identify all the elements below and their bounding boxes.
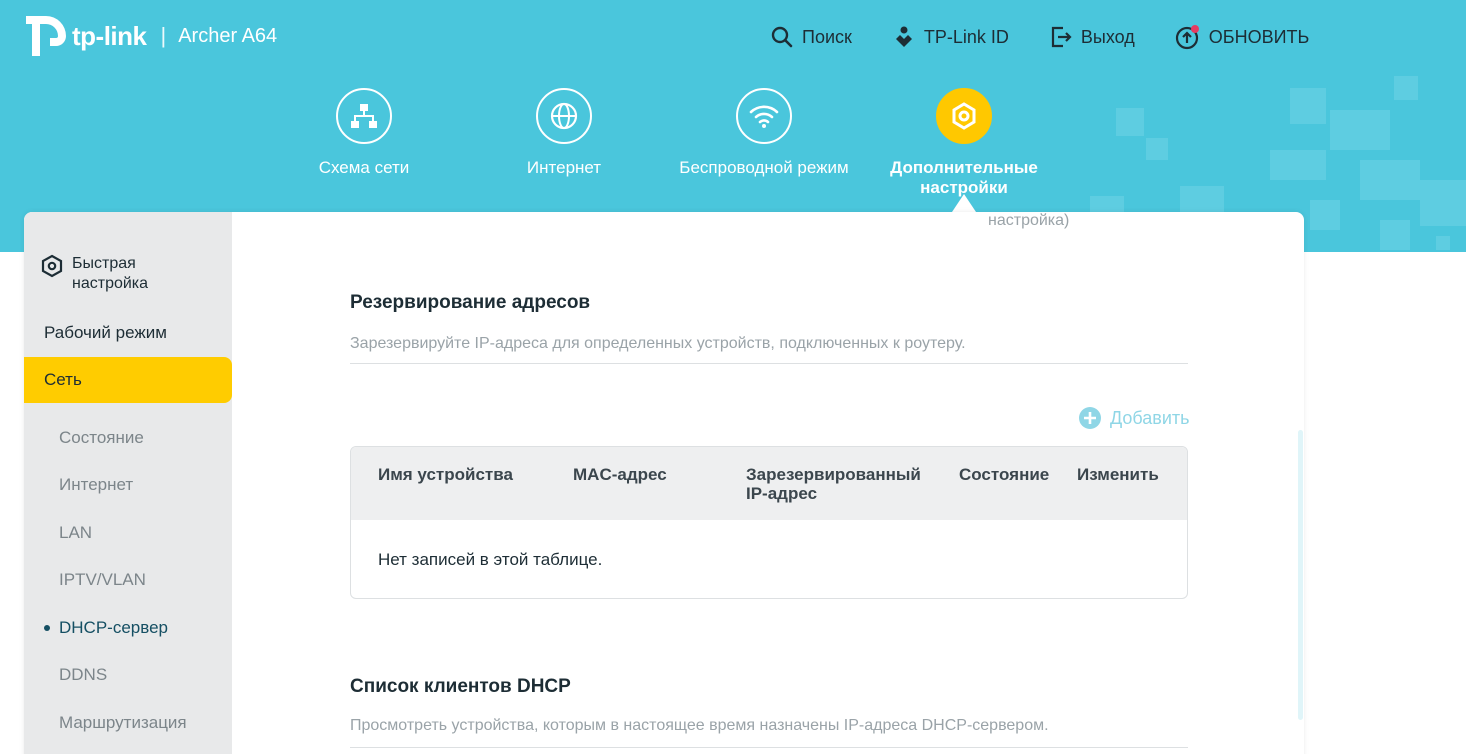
search-button[interactable]: Поиск: [770, 22, 852, 52]
tplink-id-label: TP-Link ID: [923, 26, 1009, 47]
logo-text: tp-link: [72, 20, 147, 51]
globe-icon: [550, 102, 578, 130]
table-header: Имя устройства MAC-адрес Зарезервированн…: [351, 447, 1187, 520]
top-nav: Поиск TP-Link ID Выход ОБНОВИТЬ: [770, 22, 1309, 52]
router-admin-app: tp-link | Archer A64 Поиск TP-Link ID Вы…: [0, 0, 1466, 754]
network-map-icon-circle: [336, 88, 392, 144]
column-reserved-ip: Зарезервированный IP-адрес: [746, 465, 921, 503]
column-device-name: Имя устройства: [378, 465, 513, 484]
network-map-icon: [351, 104, 377, 128]
logout-label: Выход: [1080, 26, 1135, 47]
sidebar-sub-label: Интернет: [59, 475, 134, 494]
sidebar-sub-label: DDNS: [59, 665, 108, 684]
search-label: Поиск: [802, 26, 852, 47]
logout-icon: [1051, 26, 1072, 48]
divider: [350, 363, 1188, 364]
wifi-icon-circle: [736, 88, 792, 144]
nav-network-map[interactable]: Схема сети: [264, 88, 464, 198]
sidebar-item-operation-mode[interactable]: Рабочий режим: [24, 310, 232, 356]
sidebar-operation-mode-label: Рабочий режим: [44, 323, 167, 342]
update-icon: [1175, 25, 1199, 50]
sidebar-item-quick-setup[interactable]: Быстрая настройка: [40, 254, 172, 294]
reservation-description: Зарезервируйте IP-адреса для определенны…: [350, 335, 966, 352]
nav-internet[interactable]: Интернет: [464, 88, 664, 198]
tp-link-logo[interactable]: tp-link | Archer A64: [24, 14, 277, 58]
sidebar-network-label: Сеть: [44, 370, 82, 389]
current-dot: [44, 625, 50, 631]
sidebar-sub-label: Маршрутизация: [59, 713, 187, 732]
user-diamond-icon: [895, 26, 912, 47]
sidebar: Быстрая настройка Рабочий режим Сеть Сос…: [24, 212, 232, 754]
nav-wireless-label: Беспроводной режим: [679, 158, 849, 177]
logout-button[interactable]: Выход: [1049, 22, 1135, 52]
column-edit: Изменить: [1077, 465, 1159, 484]
sidebar-sub-routing[interactable]: Маршрутизация: [24, 703, 232, 743]
logo-separator: |: [160, 23, 167, 48]
reservation-title: Резервирование адресов: [350, 292, 591, 313]
gear-icon: [952, 102, 976, 130]
wifi-icon: [749, 105, 779, 128]
add-reservation-button[interactable]: Добавить: [1078, 406, 1190, 430]
tp-link-logo-icon: [26, 16, 66, 56]
gear-icon-circle: [936, 88, 992, 144]
column-mac: MAC-адрес: [573, 465, 667, 484]
sidebar-item-network[interactable]: Сеть: [24, 357, 232, 403]
main-nav: Схема сети Интернет Беспроводной режим Д…: [264, 88, 1064, 198]
sidebar-sub-status[interactable]: Состояние: [24, 418, 232, 458]
sidebar-sub-label: LAN: [59, 523, 93, 542]
nav-network-map-label: Схема сети: [318, 158, 410, 177]
nav-internet-label: Интернет: [526, 158, 602, 177]
sidebar-sub-dhcp-server[interactable]: DHCP-сервер: [24, 608, 232, 648]
nav-advanced[interactable]: Дополнительные настройки: [864, 88, 1064, 198]
column-status: Состояние: [959, 465, 1050, 484]
search-icon: [771, 26, 793, 48]
empty-table-message: Нет записей в этой таблице.: [378, 550, 603, 569]
update-button[interactable]: ОБНОВИТЬ: [1175, 22, 1310, 52]
sidebar-sub-label: IPTV/VLAN: [59, 570, 146, 589]
tplink-id-button[interactable]: TP-Link ID: [892, 22, 1009, 52]
sidebar-sub-iptv-vlan[interactable]: IPTV/VLAN: [24, 560, 232, 600]
globe-icon-circle: [536, 88, 592, 144]
gear-icon: [41, 254, 63, 278]
sidebar-sub-label: Состояние: [59, 428, 144, 447]
sidebar-quick-setup-label: Быстрая настройка: [72, 255, 149, 292]
add-label: Добавить: [1110, 407, 1190, 428]
divider: [350, 747, 1188, 748]
active-nav-caret: [952, 194, 976, 212]
update-label: ОБНОВИТЬ: [1208, 26, 1310, 47]
nav-advanced-label: Дополнительные настройки: [890, 158, 1038, 197]
plus-circle-icon: [1079, 407, 1101, 429]
content-card: настройка) Быстрая настройка Рабочий реж…: [24, 212, 1304, 754]
nav-wireless[interactable]: Беспроводной режим: [664, 88, 864, 198]
dhcp-clients-title: Список клиентов DHCP: [350, 676, 571, 697]
model-name: Archer A64: [178, 24, 278, 47]
sidebar-sub-label: DHCP-сервер: [59, 618, 168, 637]
scrollbar[interactable]: [1298, 430, 1303, 720]
dhcp-clients-description: Просмотреть устройства, которым в настоя…: [350, 717, 1049, 734]
reservation-table: Имя устройства MAC-адрес Зарезервированн…: [350, 446, 1188, 599]
sidebar-sub-lan[interactable]: LAN: [24, 513, 232, 553]
sidebar-sub-internet[interactable]: Интернет: [24, 465, 232, 505]
sidebar-sub-ddns[interactable]: DDNS: [24, 655, 232, 695]
partial-text: настройка): [988, 212, 1070, 229]
